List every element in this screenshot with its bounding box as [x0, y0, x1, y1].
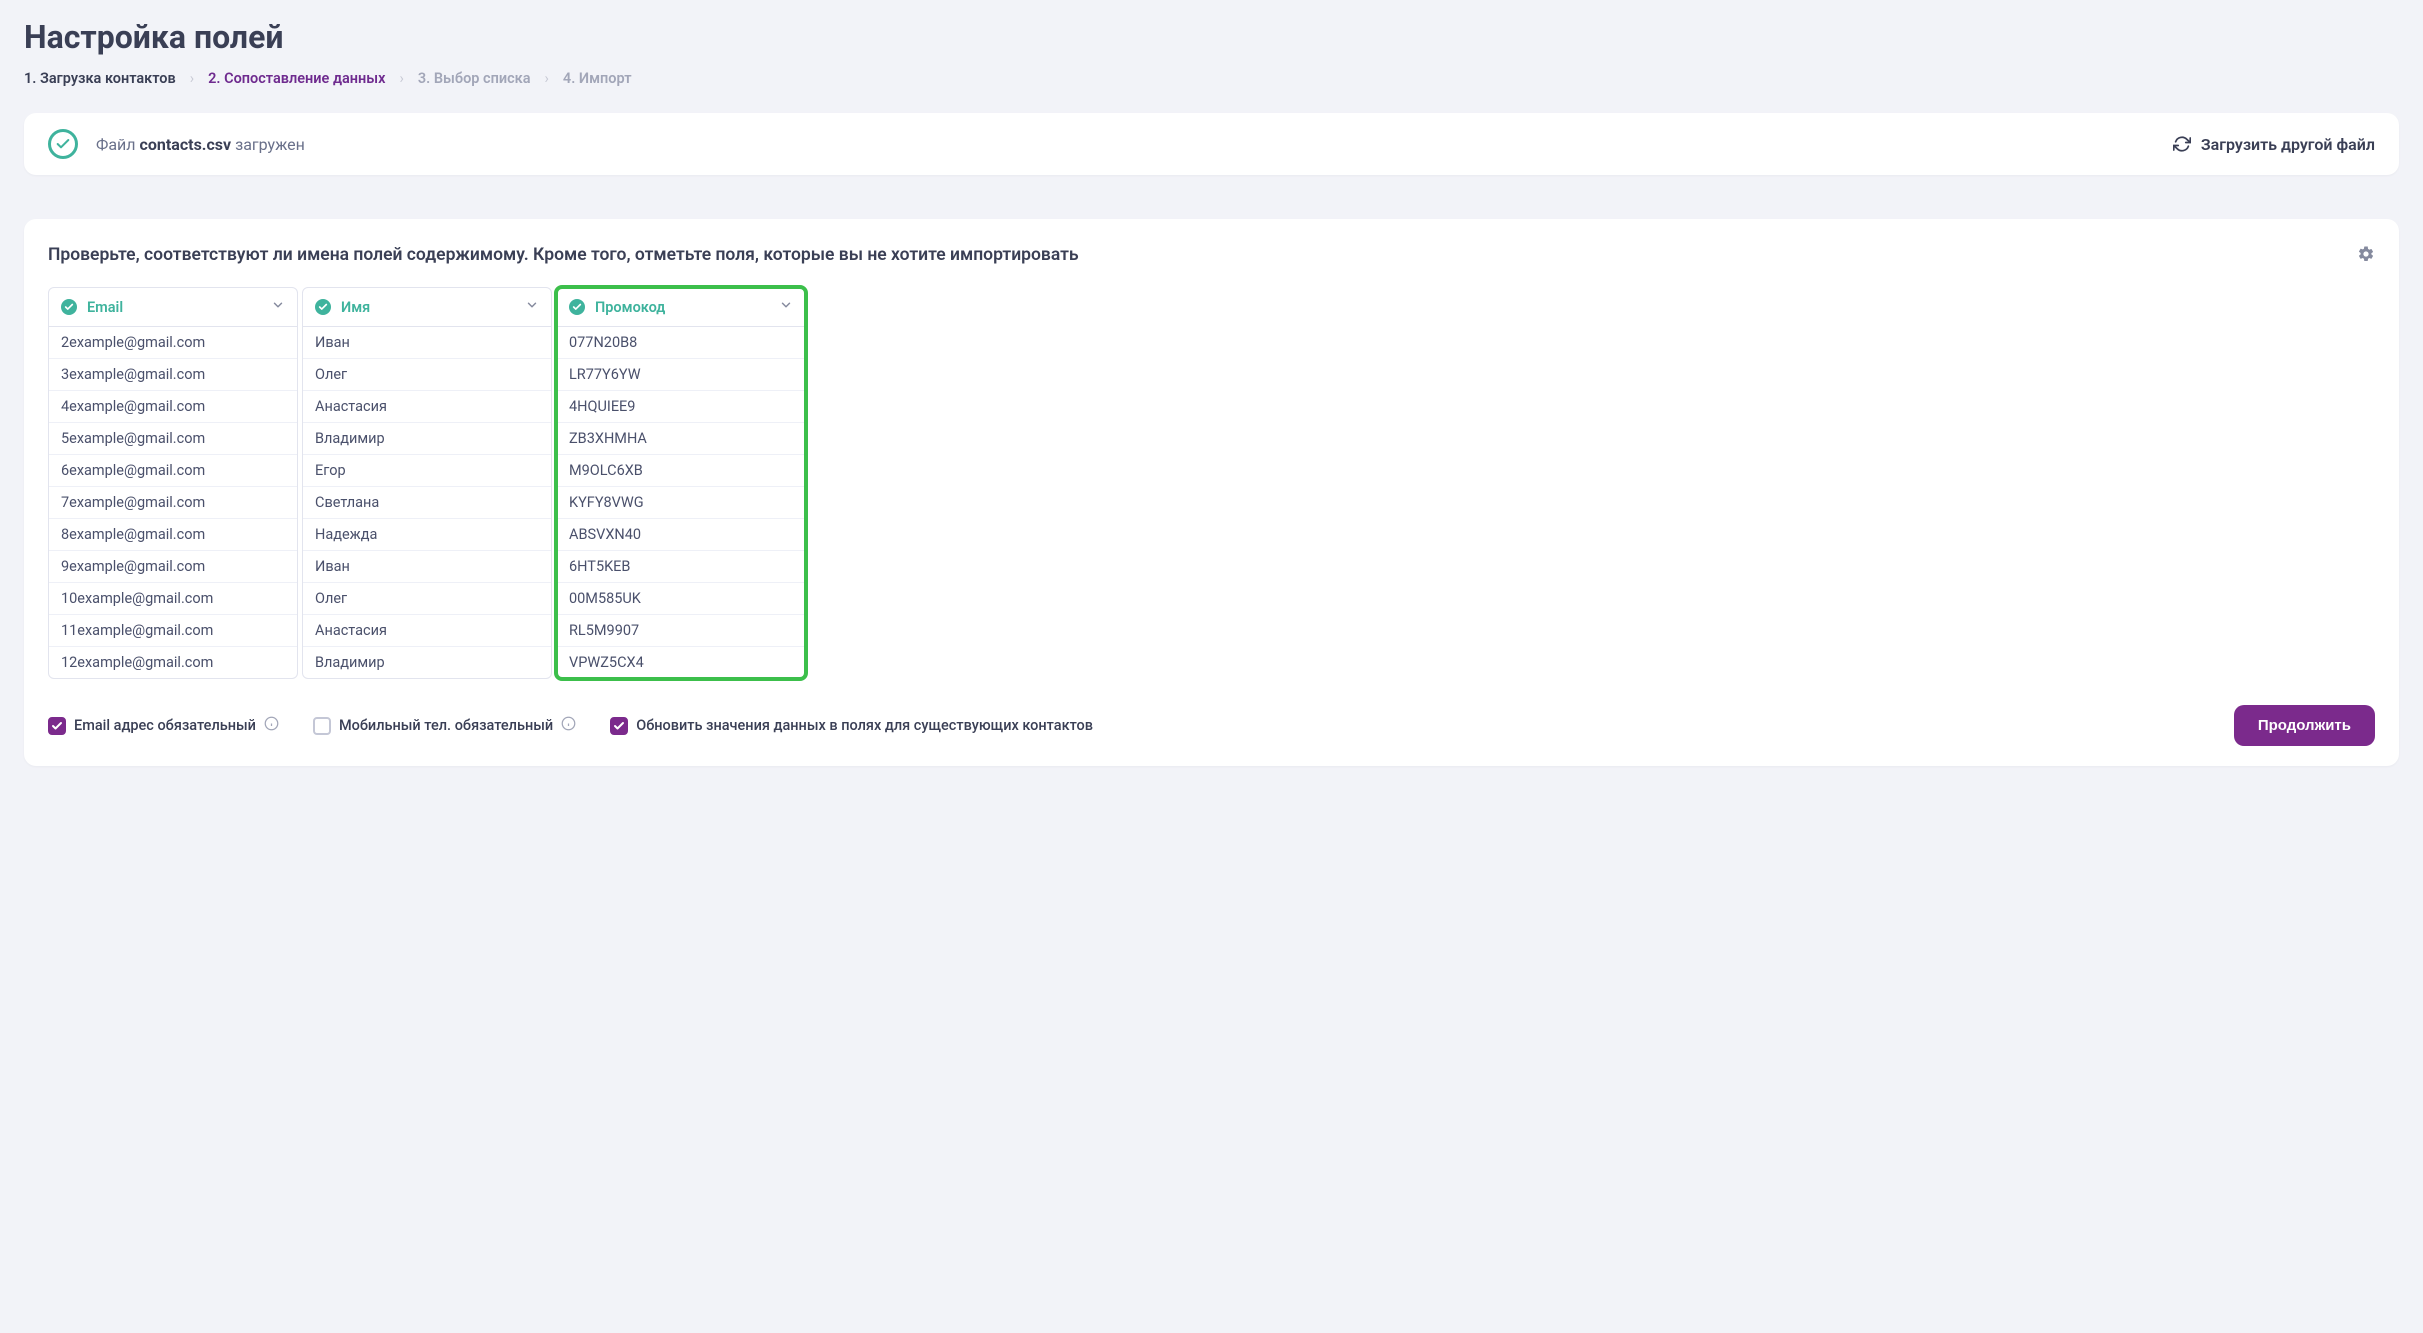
column-header-label: Email — [87, 299, 123, 316]
file-uploaded-text: Файл contacts.csv загружен — [96, 135, 305, 154]
reload-file-label: Загрузить другой файл — [2201, 135, 2375, 154]
checkbox-label: Email адрес обязательный — [74, 717, 256, 734]
chevron-down-icon — [271, 298, 285, 316]
checkbox-icon — [313, 717, 331, 735]
data-cell: 6example@gmail.com — [49, 455, 297, 487]
data-cell: Олег — [303, 583, 551, 615]
check-badge-icon — [61, 299, 77, 315]
mapping-card: Проверьте, соответствуют ли имена полей … — [24, 219, 2399, 766]
breadcrumb-step-4[interactable]: 4. Импорт — [563, 70, 632, 87]
data-cell: 2example@gmail.com — [49, 327, 297, 359]
column-header-dropdown[interactable]: Имя — [303, 288, 551, 327]
checkbox-icon — [610, 717, 628, 735]
chevron-right-icon: › — [190, 70, 194, 87]
breadcrumb-step-3[interactable]: 3. Выбор списка — [418, 70, 531, 87]
data-cell: 11example@gmail.com — [49, 615, 297, 647]
data-cell: RL5M9907 — [557, 615, 805, 647]
column-cells: ИванОлегАнастасияВладимирЕгорСветланаНад… — [303, 327, 551, 672]
data-cell: 8example@gmail.com — [49, 519, 297, 551]
file-uploaded-card: Файл contacts.csv загружен Загрузить дру… — [24, 113, 2399, 175]
page-title: Настройка полей — [24, 18, 2399, 56]
data-cell: LR77Y6YW — [557, 359, 805, 391]
data-cell: 4HQUIEE9 — [557, 391, 805, 423]
chevron-down-icon — [779, 298, 793, 316]
data-cell: Анастасия — [303, 615, 551, 647]
data-cell: Иван — [303, 327, 551, 359]
data-cell: Владимир — [303, 647, 551, 672]
data-cell: Егор — [303, 455, 551, 487]
breadcrumb: 1. Загрузка контактов › 2. Сопоставление… — [24, 70, 2399, 87]
column-header-dropdown[interactable]: Email — [49, 288, 297, 327]
chevron-right-icon: › — [399, 70, 403, 87]
data-cell: Светлана — [303, 487, 551, 519]
file-suffix: загружен — [235, 135, 305, 154]
info-icon[interactable] — [264, 716, 279, 735]
file-prefix: Файл — [96, 135, 136, 154]
mapping-instruction: Проверьте, соответствуют ли имена полей … — [48, 245, 1079, 265]
mapping-column-email: Email 2example@gmail.com3example@gmail.c… — [48, 287, 298, 679]
data-cell: 077N20B8 — [557, 327, 805, 359]
footer-options: Email адрес обязательный Мобильный тел. о… — [48, 716, 1093, 735]
mapping-column-promo: Промокод 077N20B8LR77Y6YW4HQUIEE9ZB3XHMH… — [556, 287, 806, 679]
data-cell: Владимир — [303, 423, 551, 455]
data-cell: 00M585UK — [557, 583, 805, 615]
info-icon[interactable] — [561, 716, 576, 735]
data-cell: 9example@gmail.com — [49, 551, 297, 583]
gear-icon[interactable] — [2357, 245, 2375, 267]
checkbox-label: Обновить значения данных в полях для сущ… — [636, 717, 1093, 734]
data-cell: 10example@gmail.com — [49, 583, 297, 615]
data-cell: VPWZ5CX4 — [557, 647, 805, 672]
data-cell: 7example@gmail.com — [49, 487, 297, 519]
column-header-dropdown[interactable]: Промокод — [557, 288, 805, 327]
footer-row: Email адрес обязательный Мобильный тел. о… — [48, 705, 2375, 746]
checkbox-option[interactable]: Мобильный тел. обязательный — [313, 716, 576, 735]
column-header-label: Промокод — [595, 299, 665, 316]
data-cell: ABSVXN40 — [557, 519, 805, 551]
data-cell: 5example@gmail.com — [49, 423, 297, 455]
checkbox-label: Мобильный тел. обязательный — [339, 717, 553, 734]
column-cells: 2example@gmail.com3example@gmail.com4exa… — [49, 327, 297, 672]
data-cell: ZB3XHMHA — [557, 423, 805, 455]
check-badge-icon — [315, 299, 331, 315]
column-cells: 077N20B8LR77Y6YW4HQUIEE9ZB3XHMHAM9OLC6XB… — [557, 327, 805, 672]
breadcrumb-step-2[interactable]: 2. Сопоставление данных — [208, 70, 385, 87]
chevron-down-icon — [525, 298, 539, 316]
checkbox-option[interactable]: Email адрес обязательный — [48, 716, 279, 735]
file-name: contacts.csv — [140, 135, 232, 154]
data-cell: M9OLC6XB — [557, 455, 805, 487]
data-cell: 3example@gmail.com — [49, 359, 297, 391]
check-circle-icon — [48, 129, 78, 159]
checkbox-option[interactable]: Обновить значения данных в полях для сущ… — [610, 717, 1093, 735]
data-cell: KYFY8VWG — [557, 487, 805, 519]
data-cell: Иван — [303, 551, 551, 583]
check-badge-icon — [569, 299, 585, 315]
reload-file-button[interactable]: Загрузить другой файл — [2173, 135, 2375, 154]
data-cell: 12example@gmail.com — [49, 647, 297, 672]
mapping-column-name: Имя ИванОлегАнастасияВладимирЕгорСветлан… — [302, 287, 552, 679]
mapping-columns: Email 2example@gmail.com3example@gmail.c… — [48, 287, 2375, 679]
column-header-label: Имя — [341, 299, 370, 316]
data-cell: Олег — [303, 359, 551, 391]
data-cell: Надежда — [303, 519, 551, 551]
breadcrumb-step-1[interactable]: 1. Загрузка контактов — [24, 70, 176, 87]
data-cell: 4example@gmail.com — [49, 391, 297, 423]
refresh-icon — [2173, 135, 2191, 153]
continue-button[interactable]: Продолжить — [2234, 705, 2375, 746]
data-cell: Анастасия — [303, 391, 551, 423]
data-cell: 6HT5KEB — [557, 551, 805, 583]
checkbox-icon — [48, 717, 66, 735]
chevron-right-icon: › — [545, 70, 549, 87]
